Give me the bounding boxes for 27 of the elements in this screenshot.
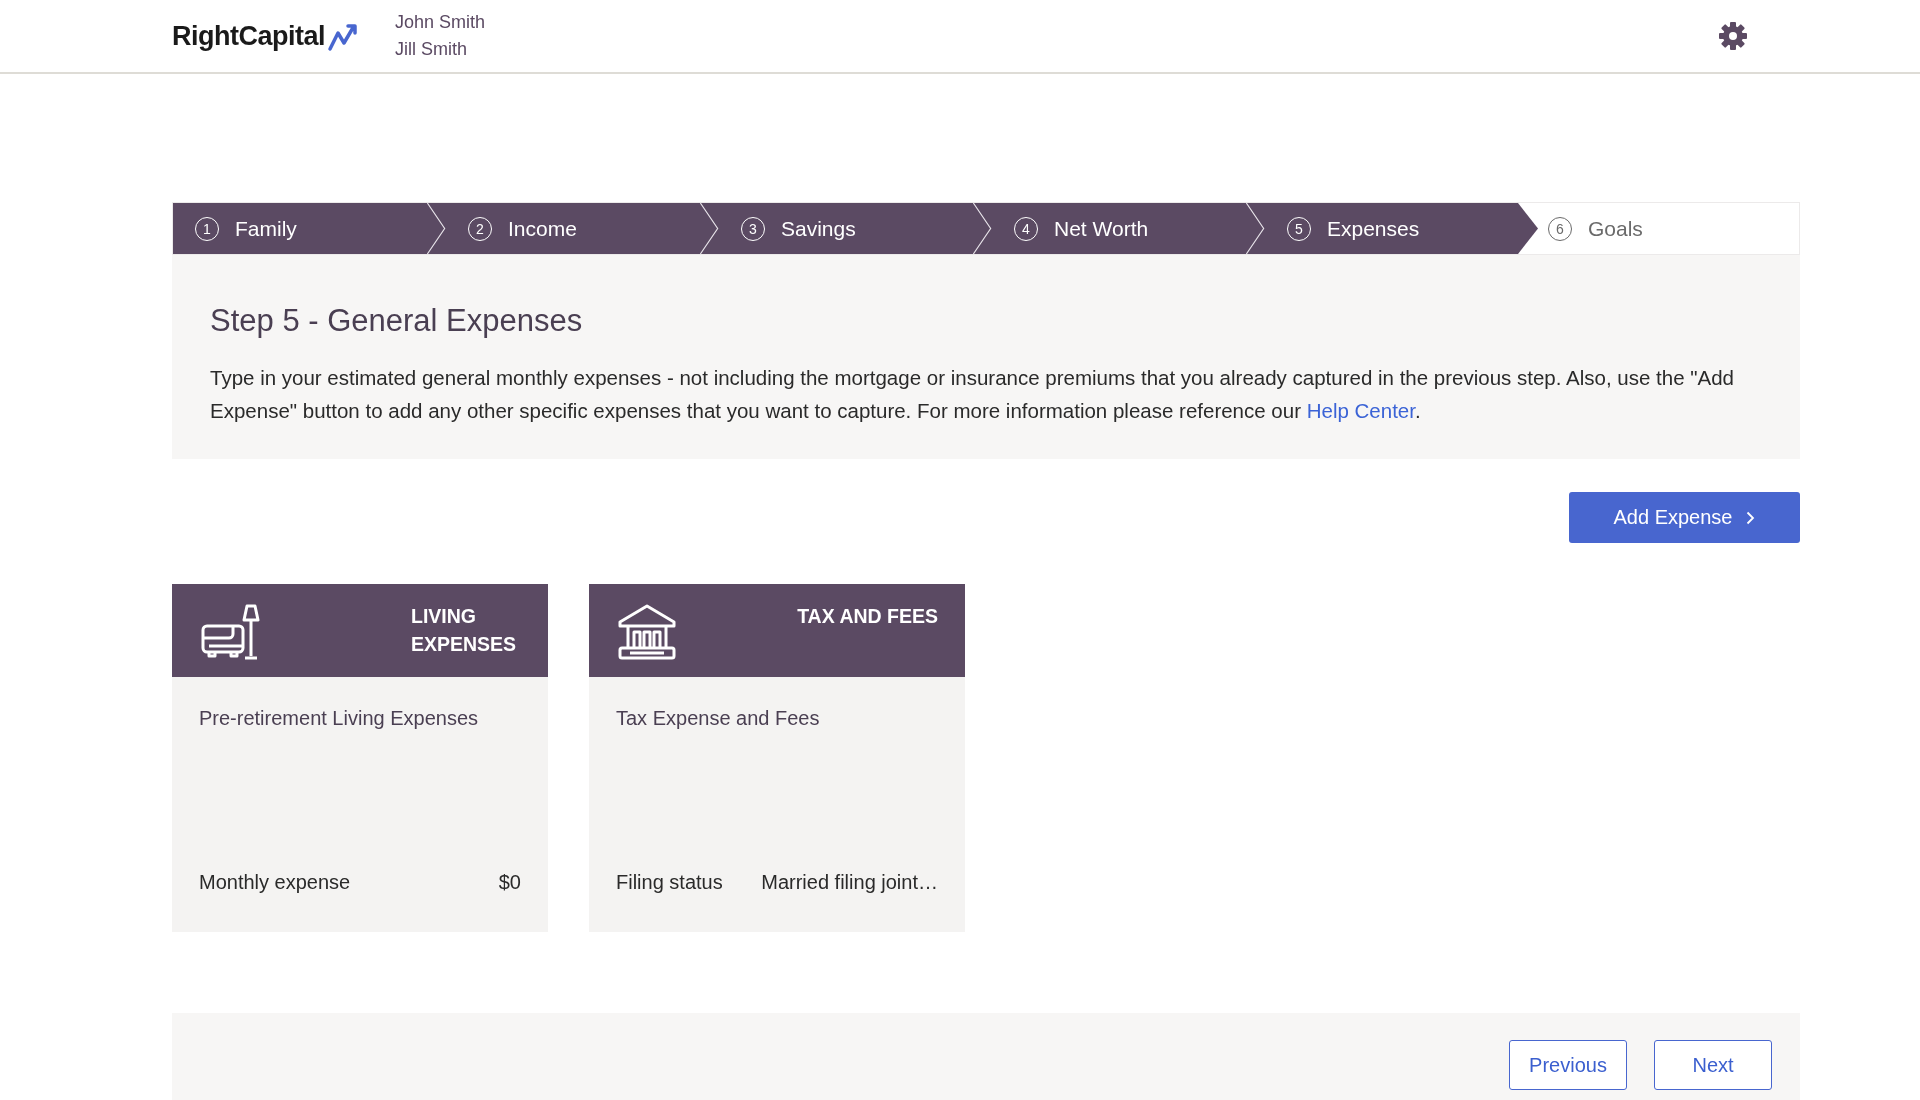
client-name: John Smith [395, 12, 486, 33]
expense-card[interactable]: LIVING EXPENSES Pre-retirement Living Expenses Monthly expense $0 [172, 584, 548, 932]
bank-building-icon [616, 602, 678, 662]
logo-text: RightCapital [172, 20, 325, 52]
step-tab[interactable]: 4 Net Worth [992, 203, 1265, 254]
settings-icon[interactable] [1718, 21, 1748, 51]
next-button[interactable]: Next [1654, 1040, 1772, 1090]
help-center-link[interactable]: Help Center [1306, 399, 1415, 422]
expense-card[interactable]: TAX AND FEES Tax Expense and Fees Filing status Married filing joint… [589, 584, 965, 932]
card-title: LIVING EXPENSES [411, 604, 518, 657]
card-subtitle: Pre-retirement Living Expenses [199, 707, 479, 730]
card-title: TAX AND FEES [797, 604, 938, 629]
step-tab[interactable]: 3 Savings [719, 203, 992, 254]
chevron-right-icon [1746, 510, 1756, 525]
step-tab[interactable]: 1 Family [173, 203, 446, 254]
previous-button[interactable]: Previous [1509, 1040, 1627, 1090]
step-tab[interactable]: 5 Expenses [1265, 203, 1538, 254]
instructions-text: Type in your estimated general monthly expenses - not including the mortgage or insurance premiums that you already captured in the previous step. Also, use the "Add Expense" button to add any other specific expenses that you want to capture. For more information please reference our Help Center. [210, 365, 1735, 424]
field-label: Filing status [616, 871, 723, 894]
field-value: $0 [498, 871, 521, 894]
field-label: Monthly expense [199, 871, 351, 894]
add-expense-button[interactable]: Add Expense [1569, 492, 1800, 543]
step-tab[interactable]: 2 Income [446, 203, 719, 254]
field-value: Married filing joint… [761, 871, 938, 894]
step-heading: Step 5 - General Expenses [210, 303, 584, 339]
card-subtitle: Tax Expense and Fees [616, 707, 821, 730]
client-name: Jill Smith [395, 39, 468, 60]
